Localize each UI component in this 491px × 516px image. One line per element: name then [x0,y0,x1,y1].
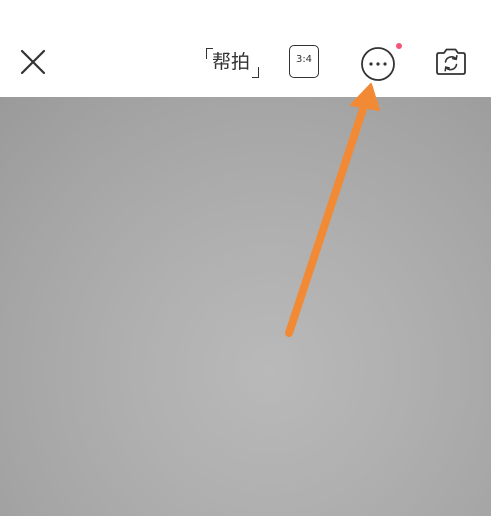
helper-shoot-button[interactable]: 帮拍 [202,44,262,84]
notification-dot [396,43,402,49]
close-icon[interactable] [15,44,51,80]
aspect-ratio-button[interactable]: 3:4 [289,45,319,78]
more-icon[interactable] [358,44,398,84]
camera-flip-icon[interactable] [432,43,470,81]
helper-shoot-label: 帮拍 [212,51,251,73]
aspect-ratio-label: 3:4 [295,54,313,65]
top-toolbar: 帮拍 3:4 [0,0,491,97]
bracket-right-icon [252,67,259,78]
camera-viewfinder[interactable] [0,97,491,516]
